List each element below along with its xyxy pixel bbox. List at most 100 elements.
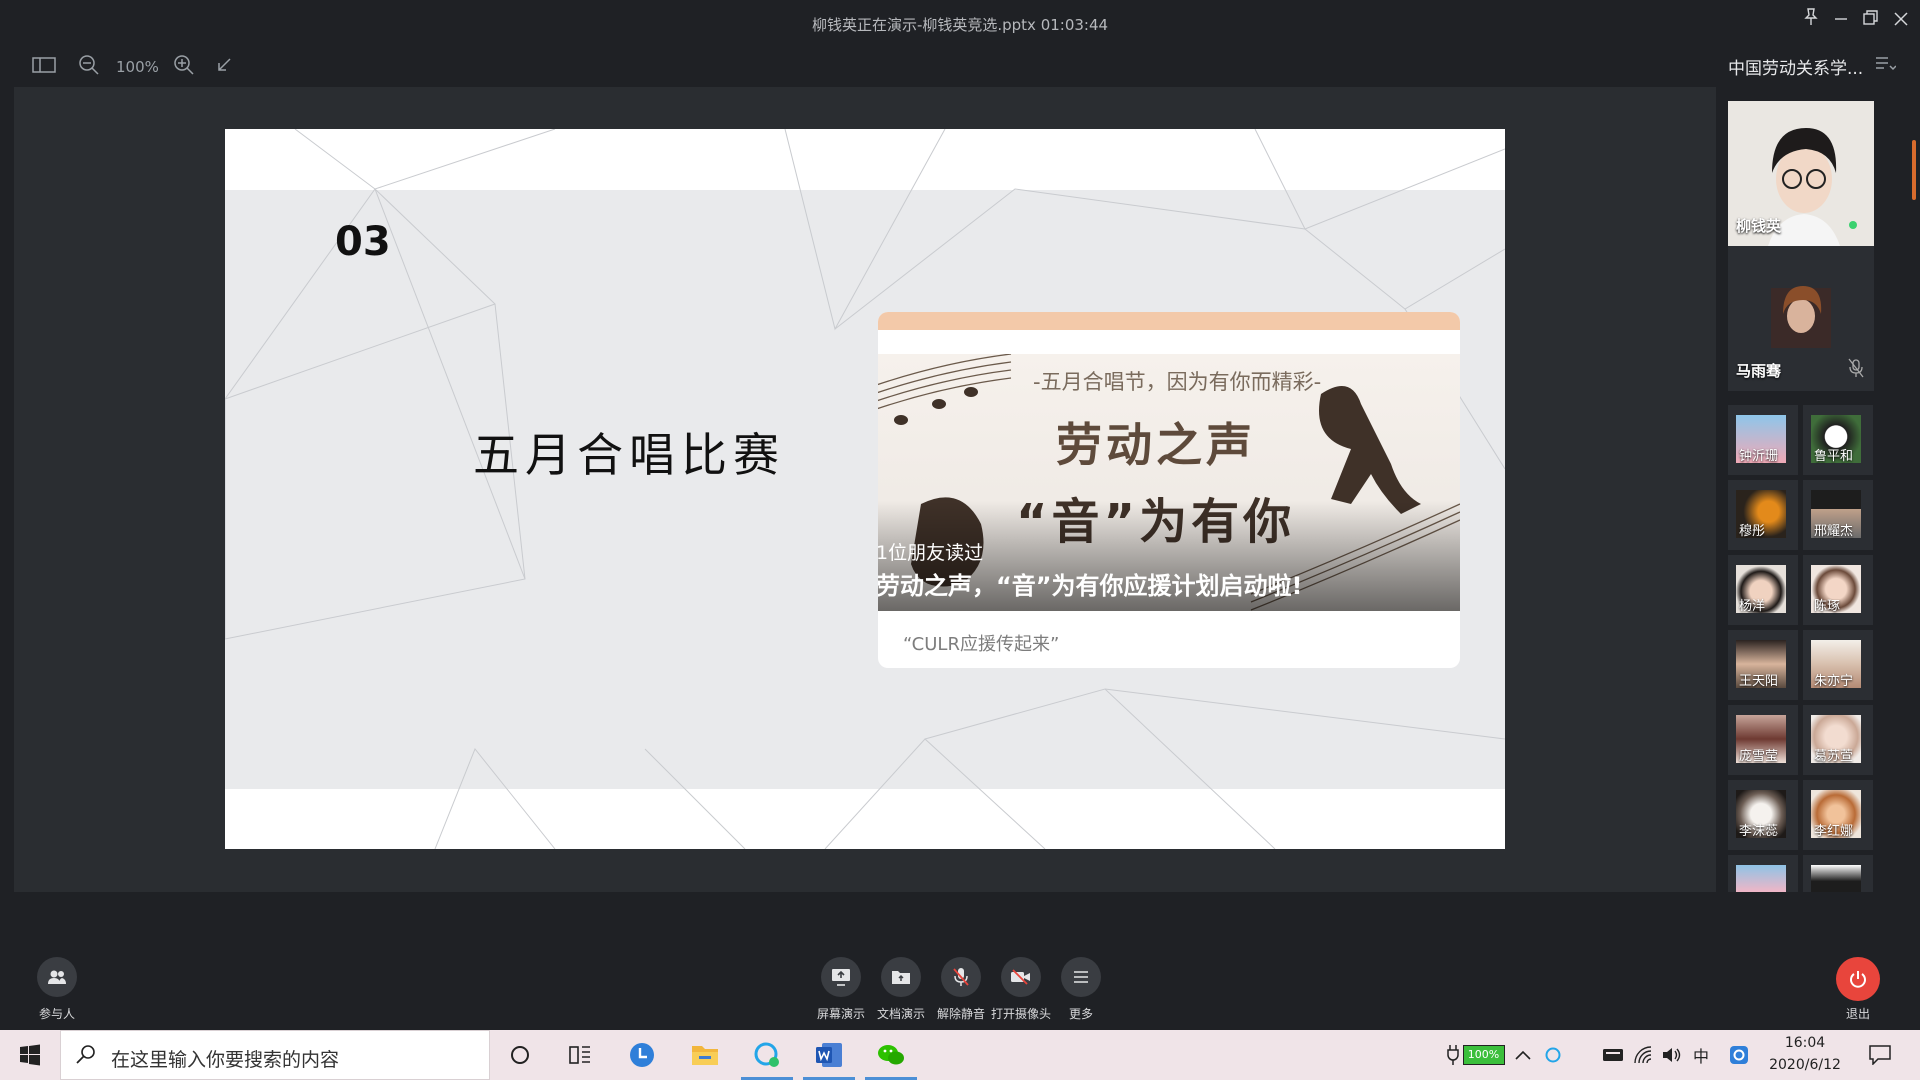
input-method-indicator[interactable]: 中	[1686, 1030, 1716, 1080]
app-blue-clock-icon[interactable]	[612, 1030, 672, 1080]
close-icon[interactable]	[1886, 6, 1916, 36]
screen-share-icon	[821, 957, 861, 997]
participant-name: 王天阳	[1739, 674, 1779, 689]
panel-scrollbar[interactable]	[1912, 140, 1916, 200]
task-view-icon[interactable]	[550, 1030, 610, 1080]
screen-share-button[interactable]: 屏幕演示	[811, 957, 871, 1022]
unmute-button[interactable]: 解除静音	[931, 957, 991, 1022]
chevron-up-icon[interactable]	[1508, 1030, 1538, 1080]
wifi-icon[interactable]	[1628, 1030, 1658, 1080]
windows-start-icon[interactable]	[0, 1030, 60, 1080]
meeting-name: 中国劳动关系学...	[1728, 59, 1864, 79]
camera-button[interactable]: 打开摄像头	[991, 957, 1051, 1022]
word-icon[interactable]	[799, 1030, 859, 1080]
zoom-out-icon[interactable]	[78, 54, 100, 80]
sidebar-toggle-icon[interactable]	[32, 54, 56, 80]
participants-label: 参与人	[38, 1007, 75, 1021]
participant-tile[interactable]	[1728, 855, 1798, 892]
participant-name: 李沫蕊	[1739, 824, 1779, 839]
wechat-icon[interactable]	[861, 1030, 921, 1080]
participant-tile[interactable]: 杨洋	[1728, 555, 1798, 625]
cover-title-line1: 劳动之声	[1056, 418, 1256, 472]
participant-tile[interactable]: 葛苏萱	[1803, 705, 1873, 775]
notification-icon[interactable]	[1855, 1030, 1905, 1080]
participant-name: 庞雪莹	[1739, 749, 1779, 764]
meeting-window: 柳钱英正在演示-柳钱英竞选.pptx 01:03:44 100% 03 五月合唱…	[0, 0, 1920, 1080]
window-title: 柳钱英正在演示-柳钱英竞选.pptx 01:03:44	[811, 16, 1109, 34]
participant-avatar	[1811, 865, 1861, 892]
pin-icon[interactable]	[1796, 6, 1826, 36]
keyboard-icon[interactable]	[1596, 1030, 1630, 1080]
participant-name: 穆彤	[1739, 524, 1766, 539]
taskbar-search-box[interactable]: 在这里输入你要搜索的内容	[60, 1030, 490, 1080]
camera-off-icon	[1001, 957, 1041, 997]
meeting-app-icon[interactable]	[737, 1030, 797, 1080]
plug-icon	[1446, 1045, 1459, 1065]
file-explorer-icon[interactable]	[675, 1030, 735, 1080]
card-top-strip	[878, 312, 1460, 330]
participant-avatar	[1736, 865, 1786, 892]
slide: 03 五月合唱比赛 -五月合唱节，因为有你而精彩- 劳动之声 1位朋友读过 劳动…	[225, 129, 1505, 849]
zoom-in-icon[interactable]	[173, 54, 195, 80]
participants-icon	[37, 957, 77, 997]
qq-browser-icon[interactable]	[1724, 1030, 1754, 1080]
participant-name: 朱亦宁	[1814, 674, 1854, 689]
doc-share-label: 文档演示	[876, 1007, 925, 1021]
participant-tile[interactable]: 庞雪莹	[1728, 705, 1798, 775]
video-tile-secondary[interactable]: 马雨骞	[1728, 246, 1874, 391]
article-cover-image: -五月合唱节，因为有你而精彩- 劳动之声 “音”为有你 1位朋友读过 劳动之声，…	[878, 354, 1460, 611]
doc-share-button[interactable]: 文档演示	[871, 957, 931, 1022]
participant-tile[interactable]: 李沫蕊	[1728, 780, 1798, 850]
battery-level: 100%	[1462, 1045, 1505, 1065]
presentation-stage: 03 五月合唱比赛 -五月合唱节，因为有你而精彩- 劳动之声 1位朋友读过 劳动…	[14, 87, 1716, 892]
clock-time[interactable]: 16:04	[1760, 1035, 1850, 1051]
exit-button[interactable]: 退出	[1828, 957, 1888, 1022]
participant-tile[interactable]: 朱亦宁	[1803, 630, 1873, 700]
article-card: -五月合唱节，因为有你而精彩- 劳动之声 “音”为有你 1位朋友读过 劳动之声，…	[878, 312, 1460, 668]
cortana-icon[interactable]	[490, 1030, 550, 1080]
ime-label: 中	[1692, 1047, 1709, 1066]
participants-button[interactable]: 参与人	[27, 957, 87, 1022]
participant-tile[interactable]: 钟沂珊	[1728, 405, 1798, 475]
meeting-tray-icon[interactable]	[1538, 1030, 1568, 1080]
video-tile-main[interactable]: 柳钱英	[1728, 101, 1874, 246]
restore-icon[interactable]	[1856, 6, 1886, 36]
search-icon	[76, 1045, 95, 1064]
participant-tile[interactable]: 鲁平和	[1803, 405, 1873, 475]
participant-tile[interactable]: 李红娜	[1803, 780, 1873, 850]
more-button[interactable]: 更多	[1051, 957, 1111, 1022]
slide-number: 03	[335, 219, 391, 265]
slide-title: 五月合唱比赛	[473, 428, 785, 482]
participant-name: 陈琢	[1814, 599, 1841, 614]
participant-name: 葛苏萱	[1814, 749, 1854, 764]
participant-name: 钟沂珊	[1739, 449, 1779, 464]
volume-icon[interactable]	[1656, 1030, 1686, 1080]
participant-name: 杨洋	[1739, 599, 1766, 614]
participant-tile[interactable]: 陈琢	[1803, 555, 1873, 625]
participant-name: 柳钱英	[1736, 217, 1782, 235]
participant-tile[interactable]: 邢耀杰	[1803, 480, 1873, 550]
read-count: 1位朋友读过	[878, 542, 984, 564]
participant-name: 鲁平和	[1814, 449, 1854, 464]
article-headline: 劳动之声，“音”为有你应援计划启动啦!	[878, 572, 1303, 600]
menu-icon	[1061, 957, 1101, 997]
fit-screen-icon[interactable]	[215, 54, 235, 80]
participant-name: 邢耀杰	[1814, 524, 1854, 539]
article-caption: “CULR应援传起来”	[903, 634, 1060, 655]
battery-status[interactable]: 100%	[1440, 1030, 1510, 1080]
participant-tile[interactable]	[1803, 855, 1873, 892]
minimize-icon[interactable]	[1826, 6, 1856, 36]
participant-tile[interactable]: 穆彤	[1728, 480, 1798, 550]
unmute-label: 解除静音	[936, 1007, 985, 1021]
folder-icon	[881, 957, 921, 997]
screen-share-label: 屏幕演示	[816, 1007, 865, 1021]
microphone-muted-icon	[941, 957, 981, 997]
participant-tile[interactable]: 王天阳	[1728, 630, 1798, 700]
participant-name: 马雨骞	[1736, 362, 1782, 380]
zoom-level: 100%	[116, 58, 159, 76]
list-view-icon[interactable]	[1874, 54, 1897, 77]
clock-date[interactable]: 2020/6/12	[1760, 1057, 1850, 1073]
power-icon	[1836, 957, 1880, 1001]
taskbar: 在这里输入你要搜索的内容 100% 中 16:04 2020/6/12	[0, 1030, 1920, 1080]
exit-label: 退出	[1845, 1007, 1870, 1021]
